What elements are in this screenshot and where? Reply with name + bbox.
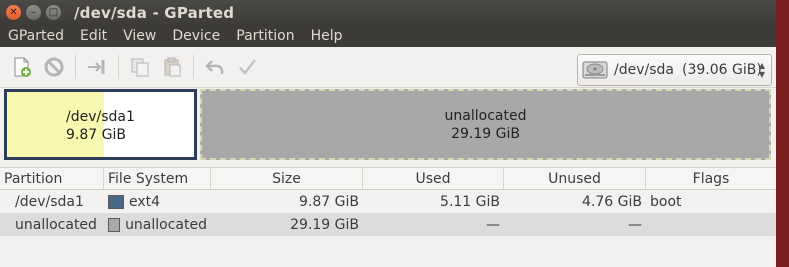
disk-map: /dev/sda1 9.87 GiB unallocated 29.19 GiB [4,89,771,160]
paste-icon [164,57,181,77]
title-bar: ✕ – □ /dev/sda - GParted [0,0,776,25]
minimize-window-button[interactable]: – [26,5,41,20]
cell-used: 5.11 GiB [440,193,500,210]
unallocated-size: 29.19 GiB [451,126,520,142]
gparted-window: ✕ – □ /dev/sda - GParted GParted Edit Vi… [0,0,776,267]
unallocated-label: unallocated 29.19 GiB [202,107,769,143]
unallocated-name: unallocated [444,108,527,124]
table-row[interactable]: /dev/sda1 ext4 9.87 GiB 5.11 GiB 4.76 Gi… [0,190,776,213]
window-title: /dev/sda - GParted [74,3,235,22]
maximize-icon: □ [48,6,59,18]
device-size: (39.06 GiB) [681,62,762,78]
unallocated-block[interactable]: unallocated 29.19 GiB [200,89,771,160]
cell-used: — [486,216,500,233]
filesystem-color-swatch [108,217,121,232]
new-partition-button[interactable] [9,54,35,80]
toolbar-separator [75,55,76,79]
column-header-flags[interactable]: Flags [646,168,776,189]
menu-bar: GParted Edit View Device Partition Help [0,25,776,47]
menu-gparted[interactable]: GParted [8,28,64,44]
apply-icon [239,59,256,75]
minimize-icon: – [31,6,36,18]
cell-unused: 4.76 GiB [582,193,642,210]
cell-flags: boot [650,193,682,210]
cell-partition: unallocated [15,216,97,233]
column-header-used[interactable]: Used [363,168,504,189]
partition-table: Partition File System Size Used Unused F… [0,167,776,236]
cell-size: 29.19 GiB [290,216,359,233]
table-header: Partition File System Size Used Unused F… [0,167,776,190]
filesystem-label: unallocated [125,216,207,233]
column-header-unused[interactable]: Unused [504,168,646,189]
menu-device[interactable]: Device [172,28,220,44]
column-header-filesystem[interactable]: File System [104,168,211,189]
toolbar: /dev/sda (39.06 GiB) ▲ ▼ [0,47,776,88]
cell-filesystem: ext4 [104,194,211,210]
undo-button[interactable] [202,54,228,80]
resize-move-icon [88,60,105,74]
table-row[interactable]: unallocated unallocated 29.19 GiB — — [0,213,776,236]
partition-sda1-label: /dev/sda1 9.87 GiB [66,108,135,144]
menu-view[interactable]: View [123,28,156,44]
close-window-button[interactable]: ✕ [6,5,21,20]
copy-icon [131,58,149,77]
column-header-partition[interactable]: Partition [0,168,104,189]
partition-sda1-size: 9.87 GiB [66,127,126,143]
maximize-window-button[interactable]: □ [46,5,61,20]
resize-move-button[interactable] [84,54,110,80]
menu-edit[interactable]: Edit [80,28,107,44]
delete-icon [44,57,64,77]
cell-unused: — [628,216,642,233]
menu-partition[interactable]: Partition [236,28,294,44]
hard-disk-icon [582,61,608,79]
up-down-arrows-icon: ▲ ▼ [758,61,765,79]
copy-button[interactable] [127,54,153,80]
partition-sda1-name: /dev/sda1 [66,109,135,125]
column-header-size[interactable]: Size [211,168,363,189]
cell-filesystem: unallocated [104,217,211,233]
close-icon: ✕ [9,6,18,18]
filesystem-color-swatch [108,194,124,209]
device-selector[interactable]: /dev/sda (39.06 GiB) ▲ ▼ [577,54,772,86]
toolbar-separator [193,55,194,79]
apply-button[interactable] [234,54,260,80]
undo-icon [205,60,224,74]
delete-partition-button[interactable] [41,54,67,80]
filesystem-label: ext4 [129,193,161,210]
cell-size: 9.87 GiB [299,193,359,210]
cell-partition: /dev/sda1 [15,193,84,210]
menu-help[interactable]: Help [311,28,343,44]
new-partition-icon [14,57,31,77]
toolbar-separator [118,55,119,79]
paste-button[interactable] [159,54,185,80]
device-name: /dev/sda [614,62,674,78]
partition-sda1-block[interactable]: /dev/sda1 9.87 GiB [4,89,197,160]
